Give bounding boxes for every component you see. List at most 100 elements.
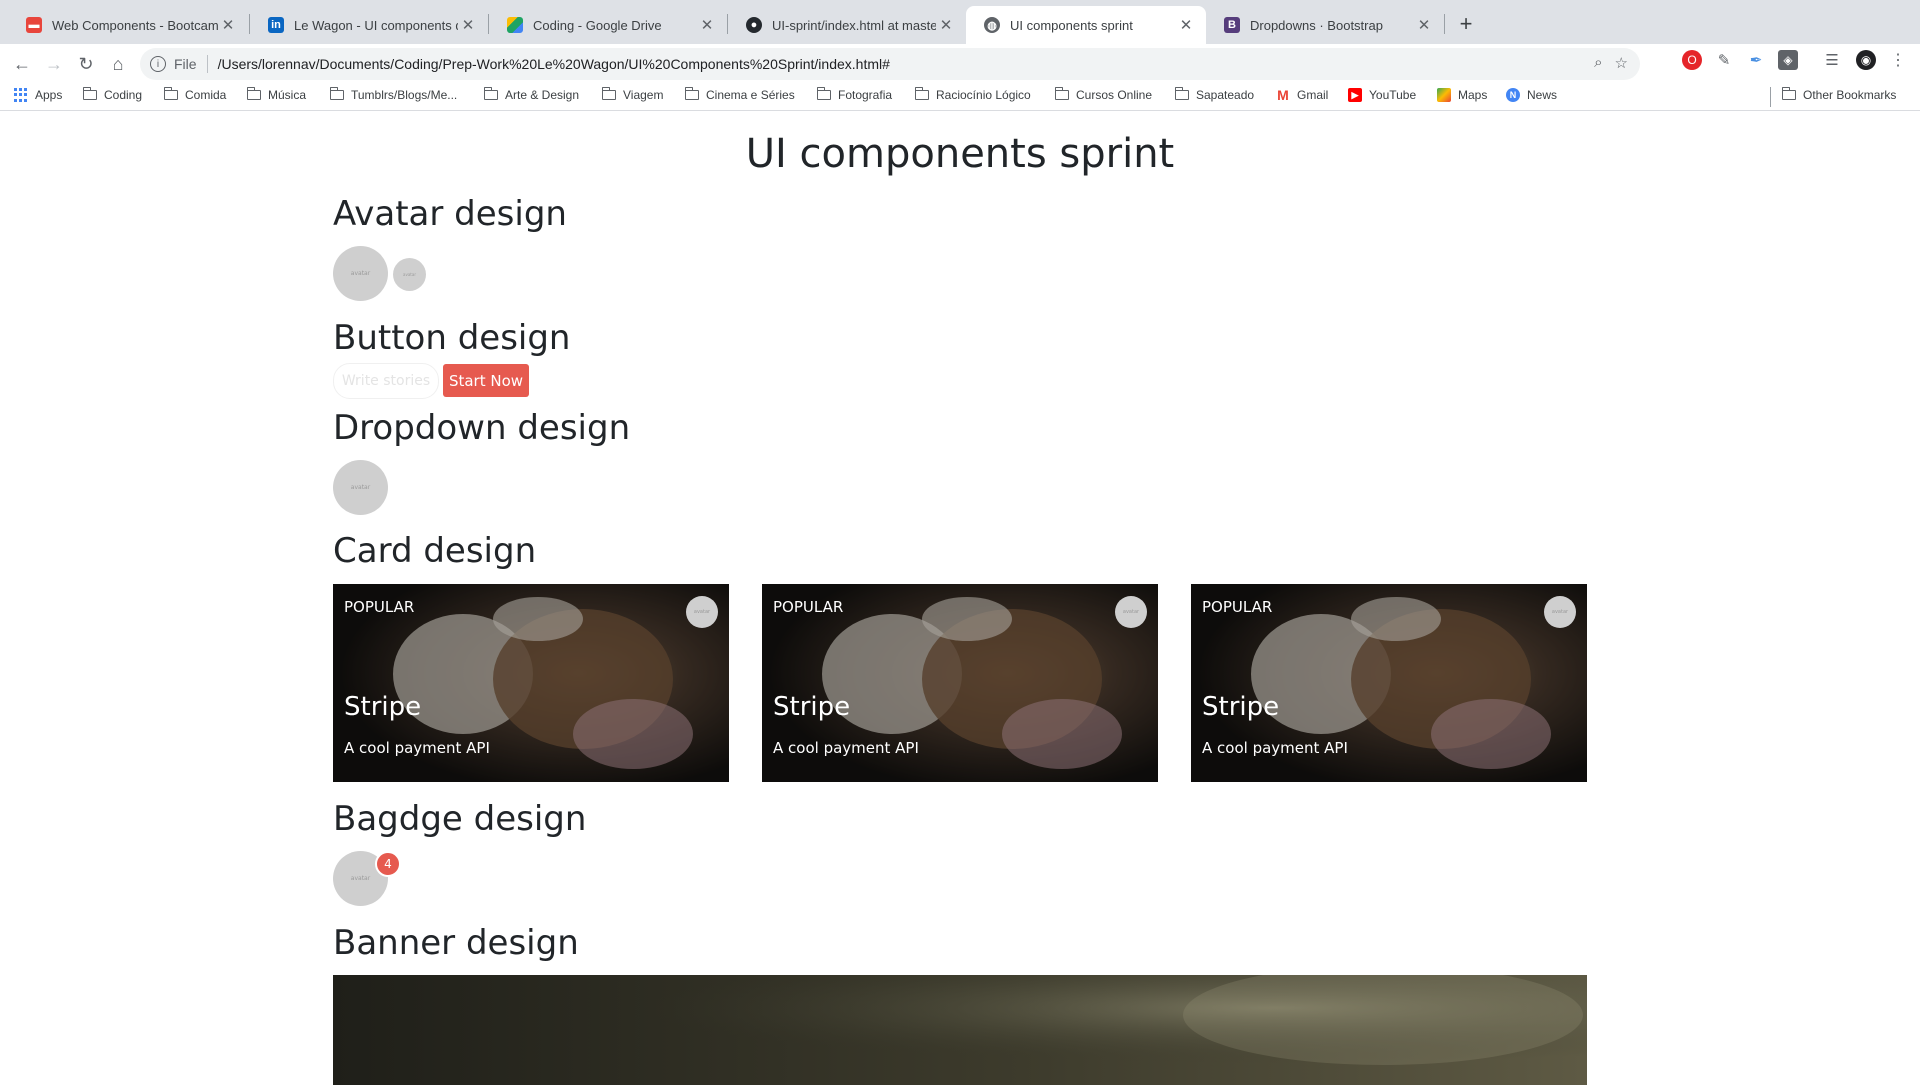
tab-title: UI components sprint bbox=[1010, 17, 1133, 33]
bookmark-label: Música bbox=[268, 88, 307, 102]
bookmark-label: Apps bbox=[35, 88, 63, 102]
url-text[interactable]: /Users/lorennav/Documents/Coding/Prep-Wo… bbox=[218, 56, 890, 72]
avatar-alt-text: avatar bbox=[350, 484, 371, 491]
tab-ui-components-sprint[interactable]: ◍ UI components sprint ✕ bbox=[966, 6, 1206, 44]
globe-icon: ◍ bbox=[984, 17, 1000, 33]
bookmark-musica[interactable]: Música bbox=[246, 87, 307, 102]
tab-title: UI-sprint/index.html at master bbox=[772, 17, 936, 33]
address-bar[interactable]: i File /Users/lorennav/Documents/Coding/… bbox=[140, 48, 1640, 80]
gmail-icon: M bbox=[1277, 87, 1289, 103]
folder-icon bbox=[1174, 87, 1189, 100]
section-title-dropdown: Dropdown design bbox=[333, 408, 631, 448]
bookmark-raciocinio[interactable]: Raciocínio Lógico bbox=[914, 87, 1031, 102]
star-bookmark-icon[interactable]: ☆ bbox=[1615, 54, 1628, 72]
bookmark-sapateado[interactable]: Sapateado bbox=[1174, 87, 1255, 102]
bookmark-viagem[interactable]: Viagem bbox=[601, 87, 663, 102]
folder-icon bbox=[601, 87, 616, 100]
bookmark-label: News bbox=[1527, 88, 1558, 102]
bookmark-youtube[interactable]: ▶ YouTube bbox=[1348, 88, 1416, 102]
card-title: Stripe bbox=[773, 692, 851, 722]
bookmarks-bar: Apps Coding Comida Música Tumblrs/Blogs/… bbox=[0, 84, 1920, 111]
bookmark-gmail[interactable]: M Gmail bbox=[1276, 87, 1329, 103]
bookmark-fotografia[interactable]: Fotografia bbox=[816, 87, 892, 102]
bookmark-cinema[interactable]: Cinema e Séries bbox=[684, 87, 795, 102]
zoom-icon[interactable]: ⌕ bbox=[1594, 54, 1602, 72]
folder-icon bbox=[483, 87, 498, 100]
menu-kebab-icon[interactable]: ⋮ bbox=[1888, 50, 1908, 70]
notification-badge: 4 bbox=[375, 851, 401, 877]
avatar-alt-text: avatar bbox=[350, 270, 371, 277]
card-subtitle: A cool payment API bbox=[1202, 739, 1348, 757]
close-icon[interactable]: ✕ bbox=[458, 16, 478, 34]
folder-icon bbox=[914, 87, 929, 100]
info-icon[interactable]: i bbox=[150, 56, 166, 72]
close-icon[interactable]: ✕ bbox=[936, 16, 956, 34]
page-title: UI components sprint bbox=[745, 131, 1175, 177]
avatar-alt-text: avatar bbox=[1122, 609, 1140, 615]
bookmark-label: Arte & Design bbox=[505, 88, 580, 102]
apps-grid-icon bbox=[14, 88, 28, 102]
opera-extension-icon[interactable]: O bbox=[1682, 50, 1702, 70]
folder-icon bbox=[1054, 87, 1069, 100]
tab-github[interactable]: ● UI-sprint/index.html at master ✕ bbox=[728, 6, 966, 44]
shield-extension-icon[interactable]: ◈ bbox=[1778, 50, 1798, 70]
bookmark-news[interactable]: N News bbox=[1506, 88, 1557, 102]
bookmark-arte-design[interactable]: Arte & Design bbox=[483, 87, 580, 102]
close-icon[interactable]: ✕ bbox=[697, 16, 717, 34]
bookmark-cursos[interactable]: Cursos Online bbox=[1054, 87, 1152, 102]
close-icon[interactable]: ✕ bbox=[1176, 16, 1196, 34]
eyedropper-extension-icon[interactable]: ✎ bbox=[1714, 50, 1734, 70]
start-now-button[interactable]: Start Now bbox=[443, 364, 529, 397]
folder-icon bbox=[684, 87, 699, 100]
media-controls-icon[interactable]: ☰ bbox=[1822, 50, 1842, 70]
bookmark-label: Sapateado bbox=[1196, 88, 1255, 102]
tab-title: Coding - Google Drive bbox=[533, 17, 662, 33]
home-icon[interactable]: ⌂ bbox=[104, 50, 132, 78]
bookmark-comida[interactable]: Comida bbox=[163, 87, 226, 102]
new-tab-button[interactable]: + bbox=[1452, 10, 1480, 38]
google-drive-icon bbox=[507, 17, 523, 33]
bookmark-apps[interactable]: Apps bbox=[14, 88, 62, 102]
section-title-button: Button design bbox=[333, 318, 571, 358]
card[interactable]: POPULAR avatar Stripe A cool payment API bbox=[333, 584, 729, 782]
write-stories-button[interactable]: Write stories bbox=[333, 363, 439, 399]
forward-arrow-icon[interactable]: → bbox=[40, 50, 68, 78]
card[interactable]: POPULAR avatar Stripe A cool payment API bbox=[762, 584, 1158, 782]
bus-favicon-icon: ▬ bbox=[26, 17, 42, 33]
close-icon[interactable]: ✕ bbox=[218, 16, 238, 34]
reload-icon[interactable]: ↻ bbox=[72, 50, 100, 78]
tab-strip: ▬ Web Components - Bootcamp ✕ in Le Wago… bbox=[0, 0, 1920, 44]
tab-web-components[interactable]: ▬ Web Components - Bootcamp ✕ bbox=[8, 6, 248, 44]
dropdown-avatar-toggle[interactable]: avatar bbox=[333, 460, 388, 515]
bookmark-other[interactable]: Other Bookmarks bbox=[1781, 87, 1896, 102]
card-avatar: avatar bbox=[686, 596, 718, 628]
divider bbox=[1770, 87, 1771, 107]
card-subtitle: A cool payment API bbox=[773, 739, 919, 757]
card-tag: POPULAR bbox=[1202, 598, 1273, 616]
back-arrow-icon[interactable]: ← bbox=[8, 50, 36, 78]
card[interactable]: POPULAR avatar Stripe A cool payment API bbox=[1191, 584, 1587, 782]
bookmark-tumblrs[interactable]: Tumblrs/Blogs/Me... bbox=[329, 87, 457, 102]
bookmark-label: YouTube bbox=[1369, 88, 1417, 102]
tab-bootstrap[interactable]: B Dropdowns · Bootstrap ✕ bbox=[1206, 6, 1444, 44]
section-title-banner: Banner design bbox=[333, 923, 579, 963]
profile-avatar[interactable]: ◉ bbox=[1856, 50, 1876, 70]
section-title-avatar: Avatar design bbox=[333, 194, 567, 234]
tab-google-drive[interactable]: Coding - Google Drive ✕ bbox=[489, 6, 727, 44]
bookmark-label: Gmail bbox=[1297, 88, 1329, 102]
avatar-alt-text: avatar bbox=[350, 875, 371, 882]
bookmark-label: Maps bbox=[1458, 88, 1488, 102]
feather-extension-icon[interactable]: ✒ bbox=[1746, 50, 1766, 70]
bookmark-label: Raciocínio Lógico bbox=[936, 88, 1031, 102]
bootstrap-icon: B bbox=[1224, 17, 1240, 33]
folder-icon bbox=[163, 87, 178, 100]
scheme-label: File bbox=[174, 56, 197, 72]
youtube-icon: ▶ bbox=[1348, 88, 1362, 102]
bookmark-maps[interactable]: Maps bbox=[1437, 88, 1487, 102]
bookmark-coding[interactable]: Coding bbox=[82, 87, 142, 102]
banner-image bbox=[333, 975, 1587, 1085]
tab-title: Dropdowns · Bootstrap bbox=[1250, 17, 1383, 33]
tab-le-wagon[interactable]: in Le Wagon - UI components de ✕ bbox=[250, 6, 488, 44]
close-icon[interactable]: ✕ bbox=[1414, 16, 1434, 34]
avatar-alt-text: avatar bbox=[693, 609, 711, 615]
